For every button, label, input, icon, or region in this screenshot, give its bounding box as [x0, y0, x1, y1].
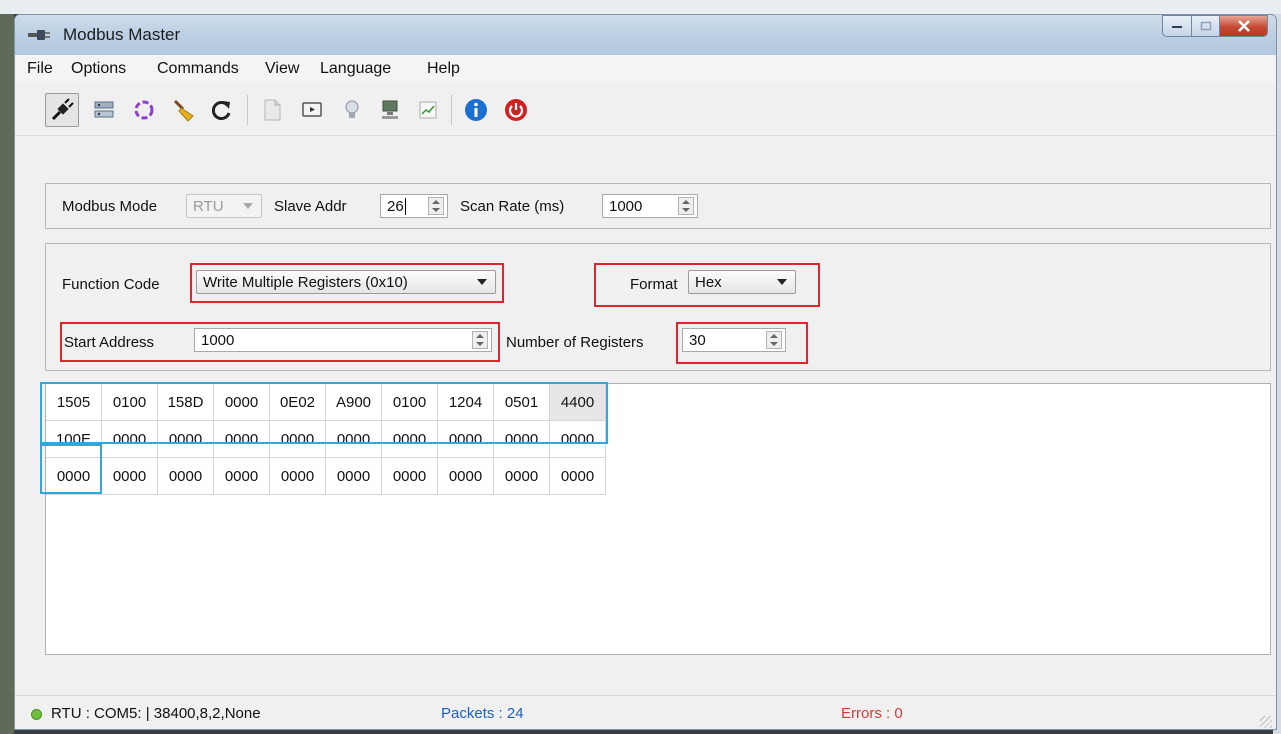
menu-help[interactable]: Help: [427, 60, 460, 78]
info-button[interactable]: [459, 93, 493, 127]
menu-commands[interactable]: Commands: [157, 60, 239, 78]
maximize-icon: [1200, 21, 1211, 31]
register-cell[interactable]: 0000: [382, 458, 438, 495]
toolbar-separator: [451, 95, 452, 125]
register-cell[interactable]: 0000: [270, 458, 326, 495]
slave-addr-input[interactable]: 26: [380, 194, 448, 218]
menu-view[interactable]: View: [265, 60, 299, 78]
title-bar[interactable]: Modbus Master: [15, 15, 1276, 55]
toolbar: [15, 83, 1276, 136]
register-cell[interactable]: 0000: [438, 458, 494, 495]
connection-settings-group: Modbus Mode RTU Slave Addr 26 Scan Rate …: [45, 183, 1271, 229]
clear-icon: [173, 99, 194, 122]
loop-button[interactable]: [127, 93, 161, 127]
register-cell[interactable]: 0000: [158, 458, 214, 495]
refresh-button[interactable]: [205, 93, 239, 127]
connect-icon: [51, 98, 74, 121]
menu-file[interactable]: File: [27, 60, 53, 78]
maximize-button[interactable]: [1192, 15, 1220, 37]
desktop-background-top: [0, 0, 1281, 14]
menu-bar: File Options Commands View Language Help: [15, 55, 1276, 83]
connection-info: RTU : COM5: | 38400,8,2,None: [51, 705, 261, 722]
register-cell[interactable]: 0000: [326, 458, 382, 495]
scan-rate-input[interactable]: 1000: [602, 194, 698, 218]
function-code-highlight: [190, 263, 504, 303]
slave-addr-value: 26: [387, 198, 404, 215]
start-address-highlight: [60, 322, 500, 362]
request-settings-group: Function Code Write Multiple Registers (…: [45, 243, 1271, 371]
desktop-background-left: [0, 14, 14, 734]
row-1-highlight: [40, 382, 608, 444]
toolbar-separator: [247, 95, 248, 125]
minimize-icon: [1172, 26, 1182, 28]
text-cursor: [404, 198, 406, 215]
clear-button[interactable]: [167, 93, 201, 127]
scan-rate-value: 1000: [609, 198, 643, 215]
window-controls: [1162, 15, 1268, 37]
computer-button[interactable]: [373, 93, 407, 127]
scan-rate-spinner[interactable]: [678, 197, 694, 215]
format-highlight: [594, 263, 820, 307]
app-plug-icon: [28, 30, 50, 40]
document-icon: [264, 99, 281, 121]
number-of-registers-highlight: [676, 322, 808, 364]
network-settings-button[interactable]: [87, 93, 121, 127]
scan-rate-label: Scan Rate (ms): [460, 198, 565, 215]
resize-grip-icon[interactable]: [1260, 716, 1272, 728]
window-title: Modbus Master: [63, 25, 181, 44]
close-button[interactable]: [1220, 15, 1268, 37]
packets-count: Packets : 24: [441, 705, 524, 722]
errors-count: Errors : 0: [841, 705, 903, 722]
power-button[interactable]: [499, 93, 533, 127]
minimize-button[interactable]: [1162, 15, 1192, 37]
modbus-mode-label: Modbus Mode: [62, 198, 158, 215]
light-bulb-button[interactable]: [335, 93, 369, 127]
connection-status-led-icon: [31, 709, 42, 720]
modbus-mode-combo[interactable]: RTU: [186, 194, 262, 218]
info-icon: [465, 99, 487, 121]
register-grid[interactable]: 1505 0100 158D 0000 0E02 A900 0100 1204 0501 4400…: [40, 382, 1271, 655]
loop-icon: [134, 100, 154, 120]
register-cell[interactable]: 0000: [494, 458, 550, 495]
modbus-master-window: Modbus Master File Options Commands View…: [14, 14, 1277, 730]
chart-button[interactable]: [411, 93, 445, 127]
modbus-mode-value: RTU: [193, 198, 224, 215]
menu-options[interactable]: Options: [71, 60, 126, 78]
function-code-label: Function Code: [62, 276, 160, 293]
number-of-registers-label: Number of Registers: [506, 334, 644, 351]
slave-addr-label: Slave Addr: [274, 198, 347, 215]
close-icon: [1237, 20, 1250, 32]
monitor-icon: [302, 102, 322, 117]
chart-icon: [419, 101, 437, 119]
computer-icon: [382, 100, 398, 119]
register-cell[interactable]: 0000: [214, 458, 270, 495]
power-icon: [505, 99, 527, 121]
document-button[interactable]: [255, 93, 289, 127]
slave-addr-spinner[interactable]: [428, 197, 444, 215]
monitor-button[interactable]: [295, 93, 329, 127]
network-settings-icon: [94, 101, 114, 118]
cell-100E-highlight: [40, 444, 102, 494]
register-cell[interactable]: 0000: [102, 458, 158, 495]
chevron-down-icon: [243, 203, 253, 209]
light-bulb-icon: [345, 100, 359, 118]
connect-button[interactable]: [45, 93, 79, 127]
status-bar: RTU : COM5: | 38400,8,2,None Packets : 2…: [15, 695, 1276, 729]
refresh-icon: [211, 101, 231, 120]
register-cell[interactable]: 0000: [550, 458, 606, 495]
menu-language[interactable]: Language: [320, 60, 391, 78]
